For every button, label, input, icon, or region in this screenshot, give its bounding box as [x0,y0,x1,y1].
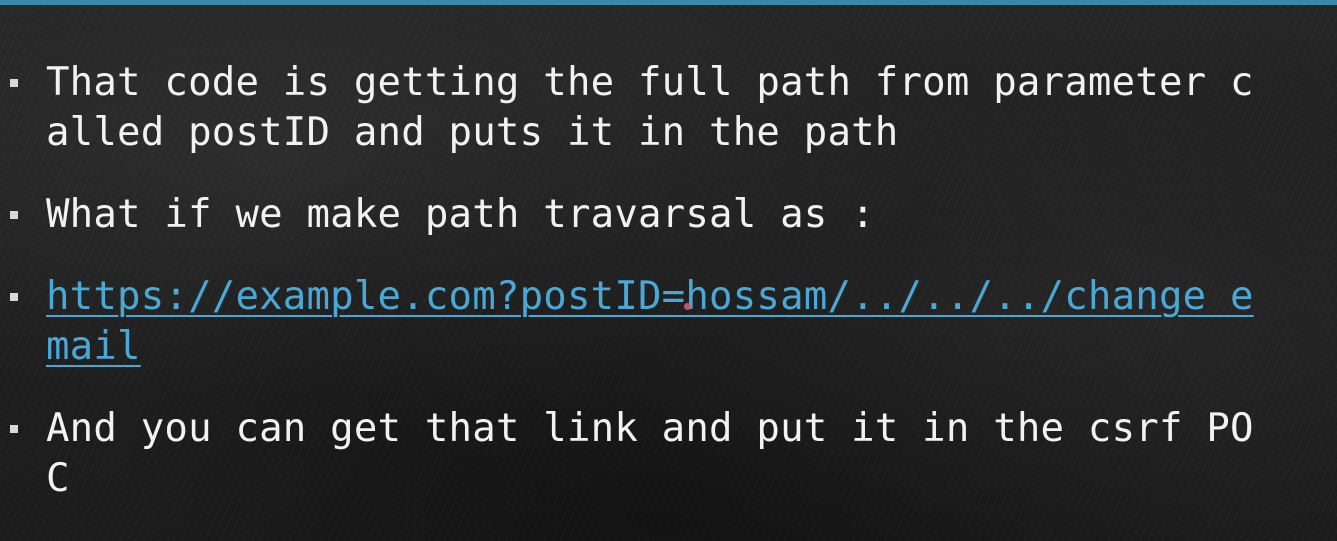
bullet-text: And you can get that link and put it in … [46,406,1254,501]
top-accent-bar [0,0,1337,5]
example-url-link[interactable]: https://example.com?postID=hossam/../../… [46,274,1254,369]
bullet-item: And you can get that link and put it in … [0,404,1276,504]
bullet-text: What if we make path travarsal as : [46,192,875,237]
square-bullet-icon [10,293,18,301]
bullet-text: That code is getting the full path from … [46,60,1254,155]
bullet-item: That code is getting the full path from … [0,58,1276,158]
slide: That code is getting the full path from … [0,0,1337,541]
pointer-cursor-icon [684,303,691,310]
bullet-item: What if we make path travarsal as : [0,190,1276,240]
bullet-list: That code is getting the full path from … [0,58,1337,504]
square-bullet-icon [10,211,18,219]
square-bullet-icon [10,79,18,87]
bullet-item: https://example.com?postID=hossam/../../… [0,272,1276,372]
square-bullet-icon [10,425,18,433]
